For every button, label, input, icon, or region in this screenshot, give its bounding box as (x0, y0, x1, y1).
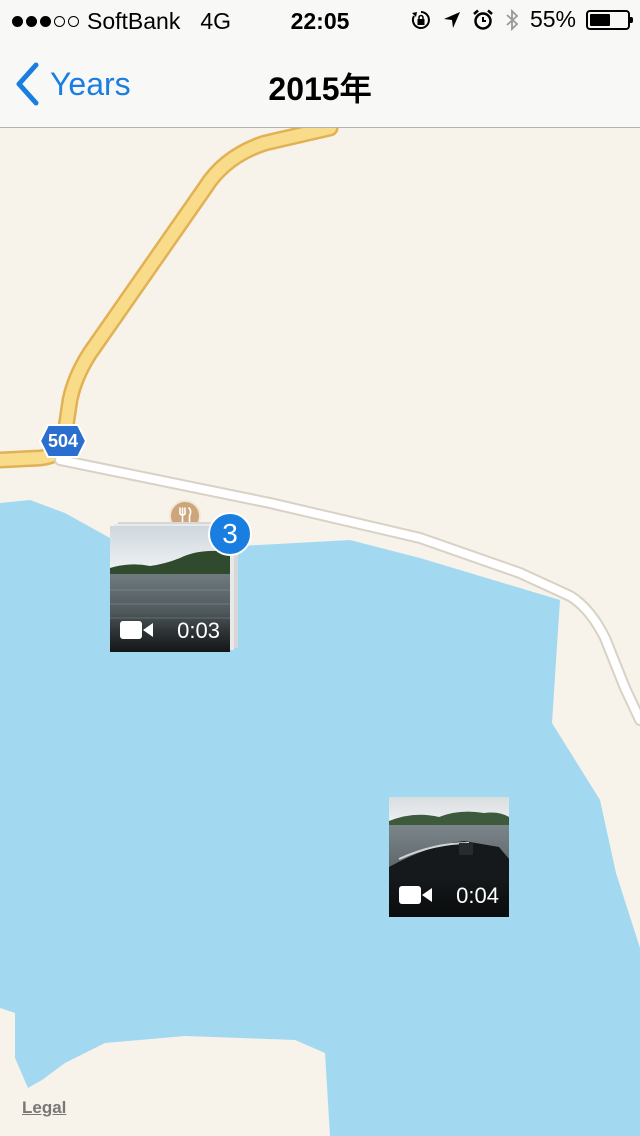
photo-cluster-lake[interactable]: 0:03 3 (110, 512, 252, 652)
location-arrow-icon (443, 11, 460, 28)
navigation-bar: Years 2015年 (0, 40, 640, 128)
orientation-lock-icon (411, 10, 430, 29)
route-shield-504: 504 (39, 424, 87, 458)
route-number: 504 (47, 430, 79, 451)
battery-percent: 55% (529, 6, 576, 32)
page-title: 2015年 (268, 71, 372, 107)
bluetooth-icon (506, 8, 519, 31)
photo-boat[interactable]: 0:04 (389, 797, 509, 917)
video-camera-icon (120, 621, 153, 639)
battery-icon (586, 9, 633, 30)
photo-thumbnail: 0:04 (389, 797, 509, 917)
status-bar: SoftBank 4G 22:05 55% (0, 0, 640, 40)
lake-water (0, 500, 640, 1136)
video-duration: 0:03 (177, 618, 220, 643)
map-canvas (0, 128, 640, 1136)
video-duration: 0:04 (456, 883, 499, 908)
video-camera-icon (399, 886, 432, 904)
status-right: 55% (410, 6, 633, 33)
alarm-icon (473, 9, 493, 30)
photo-count-badge: 3 (208, 512, 252, 556)
legal-link[interactable]: Legal (22, 1098, 66, 1118)
map-view[interactable]: 504 0:03 3 0:04 Legal (0, 128, 640, 1136)
